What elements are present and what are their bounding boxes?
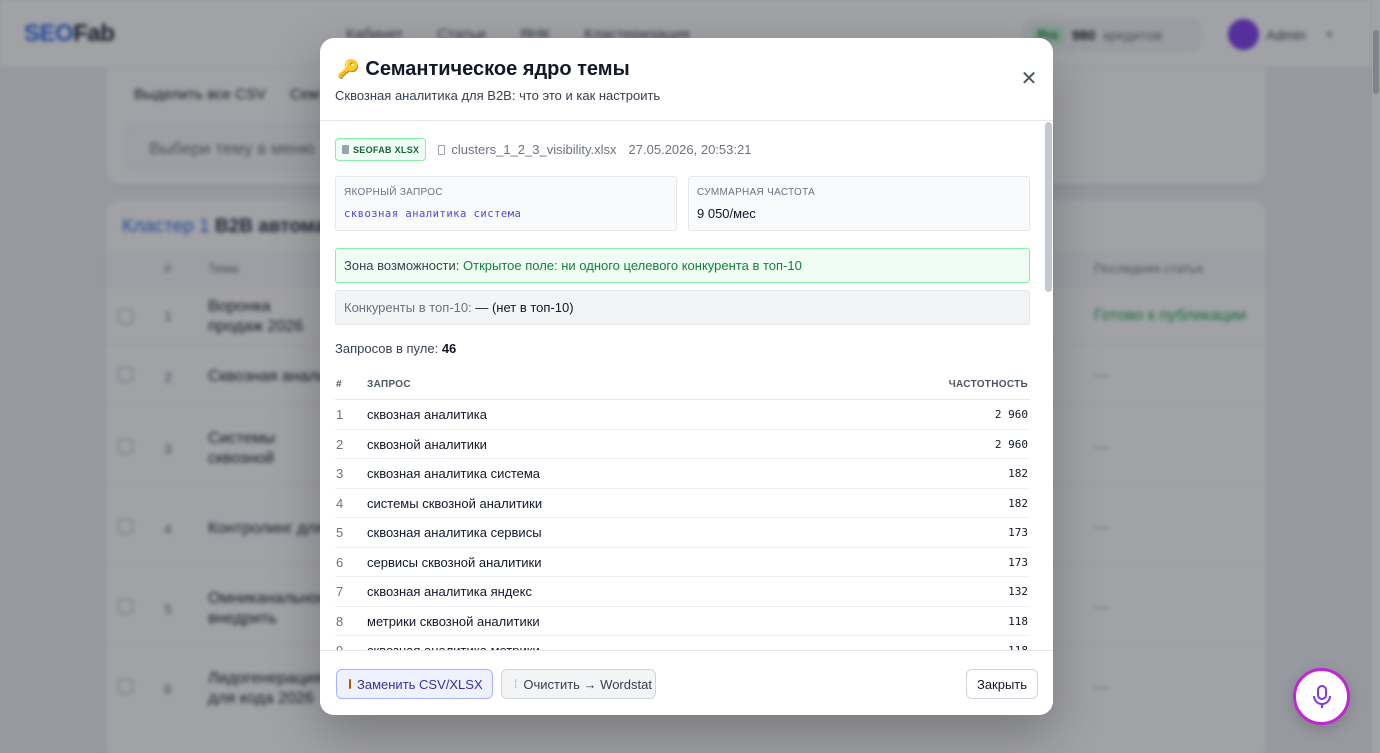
replace-file-button[interactable]: Заменить CSV/XLSX xyxy=(336,669,493,699)
query-row: 1 сквозная аналитика 2 960 xyxy=(335,400,1030,430)
query-text: метрики сквозной аналитики xyxy=(367,613,540,629)
anchor-query-box: Якорный запрос сквозная аналитика систем… xyxy=(335,176,677,231)
query-frequency: 132 xyxy=(1008,585,1028,598)
modal-header: 🔑 Семантическое ядро темы Сквозная анали… xyxy=(320,38,1053,121)
col-header-query: Запрос xyxy=(367,379,411,390)
query-text: сквозная аналитика яндекс xyxy=(367,584,532,599)
modal-footer: Заменить CSV/XLSX ⁞ Очистить → Wordstat … xyxy=(320,650,1053,715)
query-frequency: 182 xyxy=(1008,496,1028,510)
clipboard-icon xyxy=(349,679,351,689)
query-pool-count: Запросов в пуле: 46 xyxy=(335,341,456,356)
file-icon xyxy=(438,144,446,155)
total-frequency-value: 9 050/мес xyxy=(697,206,756,221)
anchor-query-value: сквозная аналитика система xyxy=(344,208,522,220)
opportunity-zone: Зона возможности: Открытое поле: ни одно… xyxy=(335,248,1030,283)
query-row: 9сквозная аналитика метрики118 xyxy=(335,636,1030,650)
modal-title-text: Семантическое ядро темы xyxy=(365,58,630,80)
competitors-label: Конкуренты в топ-10: xyxy=(344,300,472,315)
query-text: сквозная аналитика система xyxy=(367,466,541,481)
modal-body: SEOFAB XLSX clusters_1_2_3_visibility.xl… xyxy=(320,122,1053,650)
modal-title: 🔑 Семантическое ядро темы xyxy=(337,58,630,81)
microphone-icon xyxy=(1312,684,1331,708)
query-row: 3 сквозная аналитика система 182 xyxy=(335,459,1030,489)
query-table: # Запрос Частотность 1 сквозная аналитика… xyxy=(335,367,1030,650)
query-text: сквозная аналитика сервисы xyxy=(367,525,542,540)
query-frequency: 182 xyxy=(1008,467,1028,480)
file-name-text: clusters_1_2_3_visibility.xlsx xyxy=(451,142,617,157)
query-row: 5 сквозная аналитика сервисы 173 xyxy=(335,518,1030,548)
file-name: clusters_1_2_3_visibility.xlsx xyxy=(438,142,617,157)
opportunity-zone-value: Открытое поле: ни одного целевого конкур… xyxy=(463,258,802,273)
competitors-box: Конкуренты в топ-10: — (нет в топ-10) xyxy=(335,290,1030,325)
competitors-value: — (нет в топ-10) xyxy=(475,300,574,315)
query-row: 4 системы сквозной аналитики 182 xyxy=(335,489,1030,518)
query-num: 5 xyxy=(336,525,344,540)
spreadsheet-icon xyxy=(342,145,349,154)
total-frequency-box: Суммарная частота 9 050/мес xyxy=(688,176,1030,231)
query-frequency: 173 xyxy=(1008,526,1028,539)
query-num: 4 xyxy=(336,495,344,511)
modal-scrollbar-thumb[interactable] xyxy=(1045,122,1052,292)
query-num: 2 xyxy=(336,436,344,452)
query-num: 8 xyxy=(336,613,344,629)
query-pool-value: 46 xyxy=(441,341,457,356)
query-frequency: 2 960 xyxy=(994,437,1028,451)
opportunity-zone-label: Зона возможности: xyxy=(344,258,460,273)
query-table-header: # Запрос Частотность xyxy=(335,367,1030,400)
query-num: 3 xyxy=(336,466,344,481)
clean-wordstat-label: Очистить → Wordstat xyxy=(523,676,652,692)
col-header-frequency[interactable]: Частотность xyxy=(949,379,1028,390)
query-row: 6 сервисы сквозной аналитики 173 xyxy=(335,548,1030,577)
semantic-core-modal: 🔑 Семантическое ядро темы Сквозная анали… xyxy=(320,38,1053,715)
source-file-row: SEOFAB XLSX clusters_1_2_3_visibility.xl… xyxy=(335,138,751,161)
query-row: 2 сквозной аналитики 2 960 xyxy=(335,430,1030,459)
query-num: 6 xyxy=(336,554,344,570)
query-row: 8 метрики сквозной аналитики 118 xyxy=(335,607,1030,636)
query-text: сквозная аналитика xyxy=(367,407,487,422)
query-frequency: 118 xyxy=(1008,614,1028,628)
query-num: 9 xyxy=(336,643,343,650)
query-text: системы сквозной аналитики xyxy=(367,495,543,511)
replace-file-label: Заменить CSV/XLSX xyxy=(357,676,483,692)
source-badge: SEOFAB XLSX xyxy=(335,138,427,161)
query-frequency: 173 xyxy=(1008,555,1028,569)
query-pool-label: Запросов в пуле: xyxy=(335,341,439,356)
source-badge-label: SEOFAB XLSX xyxy=(353,144,420,155)
key-icon: 🔑 xyxy=(337,59,360,79)
query-row: 7 сквозная аналитика яндекс 132 xyxy=(335,577,1030,607)
total-frequency-label: Суммарная частота xyxy=(697,187,816,198)
modal-subtitle: Сквозная аналитика для B2B: что это и ка… xyxy=(335,88,661,103)
voice-input-button[interactable] xyxy=(1293,668,1350,725)
close-icon[interactable]: ✕ xyxy=(1019,69,1039,89)
query-text: сквозной аналитики xyxy=(367,436,487,452)
query-num: 1 xyxy=(336,407,344,422)
col-header-num: # xyxy=(336,379,342,390)
query-num: 7 xyxy=(336,584,344,599)
query-text: сквозная аналитика метрики xyxy=(367,643,540,650)
query-frequency: 2 960 xyxy=(994,408,1028,421)
clean-wordstat-button[interactable]: ⁞ Очистить → Wordstat xyxy=(501,669,656,699)
broom-icon: ⁞ xyxy=(514,677,518,691)
file-date: 27.05.2026, 20:53:21 xyxy=(628,142,752,157)
query-text: сервисы сквозной аналитики xyxy=(367,554,542,570)
close-button[interactable]: Закрыть xyxy=(966,669,1038,699)
anchor-query-label: Якорный запрос xyxy=(344,187,443,198)
